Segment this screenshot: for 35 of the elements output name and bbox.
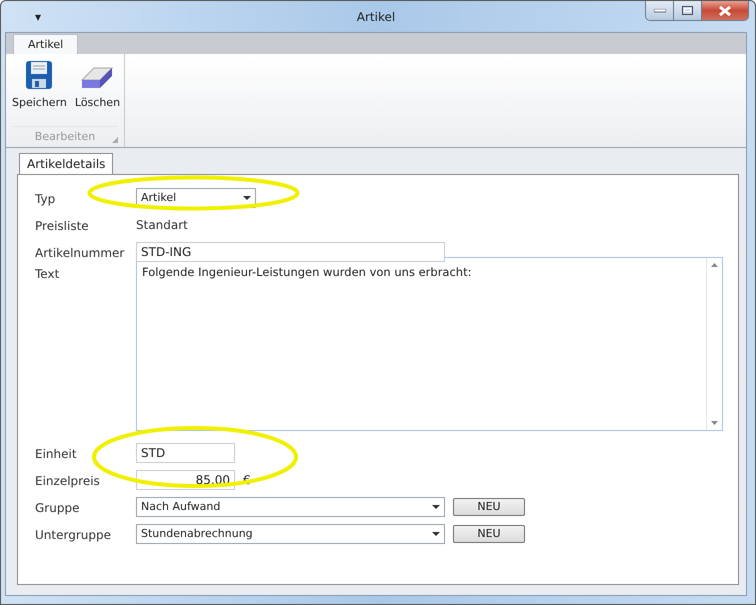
save-button[interactable]: Speichern	[12, 60, 67, 126]
value-text: Standart	[136, 218, 188, 232]
minimize-icon	[654, 8, 666, 12]
new-button[interactable]: NEU	[453, 498, 525, 516]
close-icon	[719, 6, 731, 16]
scroll-up-icon[interactable]	[711, 263, 718, 267]
caret-icon	[243, 196, 251, 200]
window-title: Artikel	[356, 10, 396, 24]
caret-icon	[432, 504, 440, 508]
field-label: Untergruppe	[35, 526, 112, 542]
maximize-button[interactable]	[673, 1, 701, 20]
details-tab[interactable]: Artikeldetails	[19, 153, 114, 174]
maximize-icon	[682, 6, 693, 15]
field-label: Preisliste	[35, 218, 90, 232]
dropdown-field[interactable]: Nach Aufwand	[136, 496, 445, 516]
delete-button[interactable]: Löschen	[74, 60, 120, 126]
dialog-launcher-icon[interactable]	[112, 137, 118, 143]
group-label: Bearbeiten	[34, 130, 96, 143]
dropdown-field[interactable]: Artikel	[136, 188, 256, 208]
caret-icon	[432, 532, 440, 536]
field-label: Text	[35, 266, 60, 281]
input-field[interactable]: STD	[136, 442, 235, 462]
field-label: Typ	[35, 190, 56, 206]
minimize-button[interactable]	[646, 1, 673, 20]
dropdown-field[interactable]: Stundenabrechnung	[136, 524, 445, 544]
field-label: Gruppe	[35, 500, 80, 514]
quick-access-menu[interactable]: ▾	[35, 10, 49, 24]
field-label: Artikelnummer	[35, 244, 126, 260]
field-label: Einzelpreis	[35, 472, 101, 488]
ribbon-tab[interactable]: Artikel	[13, 34, 78, 54]
close-button[interactable]	[701, 1, 748, 20]
new-button[interactable]: NEU	[453, 524, 525, 542]
input-field[interactable]: STD-ING	[136, 242, 445, 262]
field-label: Einheit	[35, 446, 78, 460]
scroll-down-icon[interactable]	[711, 421, 718, 425]
